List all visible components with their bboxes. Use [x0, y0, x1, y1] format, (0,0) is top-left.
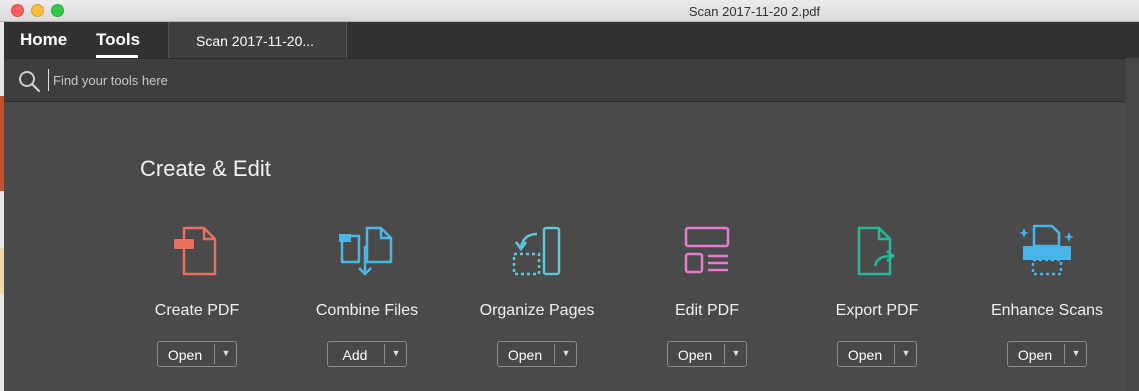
tool-name: Organize Pages	[479, 302, 595, 319]
button-label: Open	[507, 347, 543, 363]
tool-create-pdf: Create PDF Open ▼	[112, 214, 282, 374]
button-label: Open	[677, 347, 713, 363]
top-tab-bar: Home Tools Scan 2017-11-20...	[4, 22, 1139, 58]
section-title: Create & Edit	[140, 156, 271, 181]
chevron-down-icon[interactable]: ▼	[385, 348, 407, 358]
tool-enhance-scans: Enhance Scans Open ▼	[962, 214, 1132, 374]
tool-name: Enhance Scans	[990, 302, 1104, 319]
tool-combine-files: Combine Files Add ▼	[282, 214, 452, 374]
chevron-down-icon[interactable]: ▼	[555, 348, 577, 358]
button-label: Open	[847, 347, 883, 363]
open-button[interactable]: Open ▼	[667, 341, 747, 367]
tool-organize-pages: Organize Pages Open ▼	[452, 214, 622, 374]
background-window-fragment	[0, 248, 4, 294]
chevron-down-icon[interactable]: ▼	[215, 348, 237, 358]
window-title: Scan 2017-11-20 2.pdf	[688, 4, 821, 19]
document-tab[interactable]: Scan 2017-11-20...	[168, 22, 347, 58]
organize-pages-icon[interactable]	[507, 222, 567, 278]
open-button[interactable]: Open ▼	[497, 341, 577, 367]
open-button[interactable]: Open ▼	[157, 341, 237, 367]
button-label: Open	[1017, 347, 1053, 363]
background-window-fragment	[0, 96, 4, 191]
combine-files-icon[interactable]	[337, 222, 397, 278]
tool-name: Create PDF	[154, 302, 240, 319]
open-button[interactable]: Open ▼	[1007, 341, 1087, 367]
edit-pdf-icon[interactable]	[677, 222, 737, 278]
search-icon	[19, 71, 41, 93]
button-label: Open	[167, 347, 203, 363]
button-label: Add	[342, 347, 368, 363]
tool-edit-pdf: Edit PDF Open ▼	[622, 214, 792, 374]
title-bar: Scan 2017-11-20 2.pdf	[0, 0, 1139, 22]
tool-name: Edit PDF	[674, 302, 739, 319]
add-button[interactable]: Add ▼	[327, 341, 407, 367]
chevron-down-icon[interactable]: ▼	[895, 348, 917, 358]
tab-tools[interactable]: Tools	[96, 30, 140, 50]
search-input[interactable]	[48, 69, 748, 91]
enhance-scans-icon[interactable]	[1017, 222, 1077, 278]
chevron-down-icon[interactable]: ▼	[725, 348, 747, 358]
tool-name: Export PDF	[835, 302, 919, 319]
create-pdf-icon[interactable]	[167, 222, 227, 278]
tool-search-bar	[4, 58, 1139, 102]
tool-export-pdf: Export PDF Open ▼	[792, 214, 962, 374]
document-tab-label: Scan 2017-11-20...	[196, 33, 315, 49]
open-button[interactable]: Open ▼	[837, 341, 917, 367]
tab-home[interactable]: Home	[20, 30, 67, 50]
tool-name: Combine Files	[315, 302, 419, 319]
export-pdf-icon[interactable]	[847, 222, 907, 278]
chevron-down-icon[interactable]: ▼	[1065, 348, 1087, 358]
